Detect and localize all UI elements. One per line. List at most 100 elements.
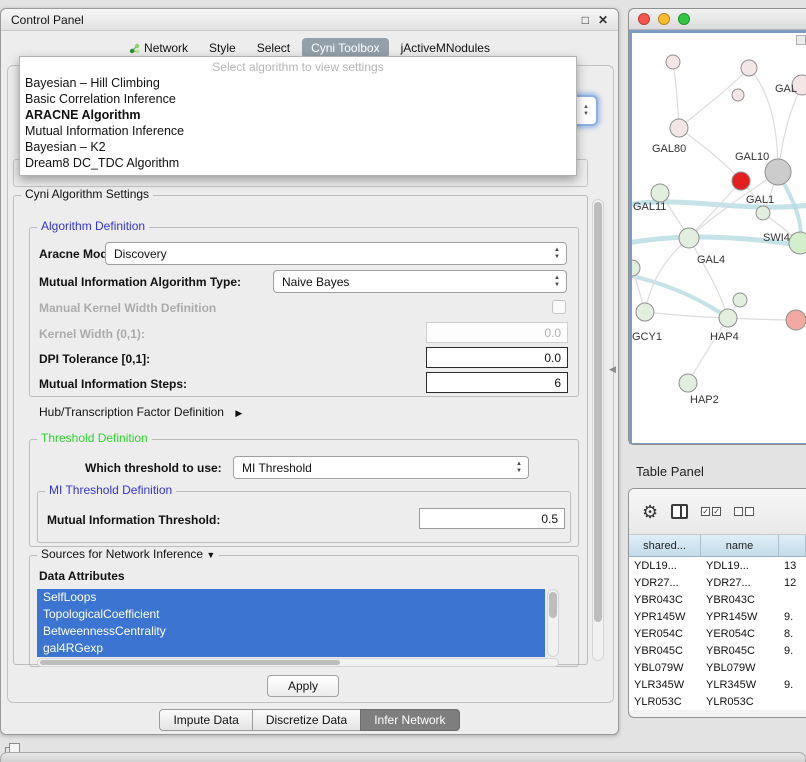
network-node[interactable] <box>741 60 757 76</box>
dropdown-item-mutual-information-inference[interactable]: Mutual Information Inference <box>20 123 576 139</box>
table-row[interactable]: YDL19...YDL19...13 <box>629 557 806 574</box>
collapsed-triangle-icon[interactable]: ▶ <box>235 408 242 418</box>
sources-title-row[interactable]: Sources for Network Inference ▼ <box>37 547 219 561</box>
tab-cyni-toolbox[interactable]: Cyni Toolbox <box>302 38 388 58</box>
network-canvas[interactable]: GALGAL80GAL10GAL1GAL11SWI4GAL4GCY1HAP4HA… <box>632 33 806 443</box>
table-header: shared... name <box>629 535 806 557</box>
table-toolbar: ⚙ ✓ ✓ <box>629 489 806 535</box>
table-row[interactable]: YLR345WYLR345W9. <box>629 676 806 693</box>
network-node[interactable] <box>733 293 747 307</box>
attributes-list-vscrollbar[interactable] <box>547 589 559 657</box>
mi-threshold-field[interactable]: 0.5 <box>419 508 565 529</box>
table-cell: YBL079W <box>701 662 779 674</box>
bottom-tab-infer-network[interactable]: Infer Network <box>360 709 459 731</box>
dropdown-item-basic-correlation-inference[interactable]: Basic Correlation Inference <box>20 91 576 107</box>
tab-network[interactable]: Network <box>120 38 197 58</box>
network-node-label: GAL10 <box>735 151 769 163</box>
combo-down-icon: ▼ <box>583 111 589 117</box>
network-node[interactable] <box>651 184 669 202</box>
dropdown-placeholder: Select algorithm to view settings <box>20 59 576 75</box>
settings-scrollbar[interactable] <box>592 199 604 661</box>
aracne-mode-combo[interactable]: Discovery ▲▼ <box>105 242 567 265</box>
tab-select[interactable]: Select <box>248 38 299 58</box>
attribute-item-selfloops[interactable]: SelfLoops <box>37 589 545 606</box>
network-node[interactable] <box>732 172 750 190</box>
table-cell: YLR053C <box>701 696 779 708</box>
table-cell: YBR043C <box>629 594 701 606</box>
network-node[interactable] <box>789 232 806 254</box>
network-node-label: HAP2 <box>690 394 719 406</box>
dropdown-item-bayesian-k2[interactable]: Bayesian – K2 <box>20 139 576 155</box>
mi-steps-field[interactable]: 6 <box>426 372 568 393</box>
network-node[interactable] <box>670 119 688 137</box>
table-row[interactable]: YLR053CYLR053C <box>629 693 806 710</box>
splitter-collapse-icon[interactable]: ◀ <box>609 364 616 375</box>
deselect-all-columns-icon[interactable] <box>734 507 754 516</box>
attribute-item-betweennesscentrality[interactable]: BetweennessCentrality <box>37 623 545 640</box>
canvas-scroll-corner[interactable] <box>796 35 806 45</box>
table-cell: 13 <box>779 560 806 572</box>
dpi-tolerance-label: DPI Tolerance [0,1]: <box>39 352 150 366</box>
algorithm-definition-title: Algorithm Definition <box>37 219 149 233</box>
dropdown-item-dream8-dc-tdc-algorithm[interactable]: Dream8 DC_TDC Algorithm <box>20 155 576 171</box>
aracne-mode-value: Discovery <box>114 247 167 261</box>
threshold-definition-title: Threshold Definition <box>37 431 152 445</box>
mi-type-combo[interactable]: Naive Bayes ▲▼ <box>273 270 567 293</box>
table-row[interactable]: YER054CYER054C8. <box>629 625 806 642</box>
attributes-list-hscrollbar[interactable] <box>37 658 559 667</box>
table-cell: 9. <box>779 679 806 691</box>
dpi-tolerance-field[interactable]: 0.0 <box>426 347 568 368</box>
network-node[interactable] <box>666 55 680 69</box>
which-threshold-value: MI Threshold <box>242 461 312 475</box>
columns-icon[interactable] <box>671 504 688 519</box>
network-node[interactable] <box>636 303 654 321</box>
attribute-item-topologicalcoefficient[interactable]: TopologicalCoefficient <box>37 606 545 623</box>
bottom-tab-discretize-data[interactable]: Discretize Data <box>252 709 361 731</box>
network-node[interactable] <box>719 309 737 327</box>
gear-icon[interactable]: ⚙ <box>642 503 658 521</box>
select-all-columns-icon[interactable]: ✓ ✓ <box>701 507 721 516</box>
sources-title: Sources for Network Inference <box>41 547 203 561</box>
close-window-icon[interactable] <box>638 13 650 25</box>
table-row[interactable]: YBL079WYBL079W <box>629 659 806 676</box>
network-node[interactable] <box>756 206 770 220</box>
table-row[interactable]: YPR145WYPR145W9. <box>629 608 806 625</box>
table-row[interactable]: YBR045CYBR045C9. <box>629 642 806 659</box>
network-node[interactable] <box>679 374 697 392</box>
table-cell: 9. <box>779 645 806 657</box>
tab-jactivemnodules[interactable]: jActiveMNodules <box>392 38 499 58</box>
which-threshold-combo[interactable]: MI Threshold ▲▼ <box>233 456 529 479</box>
tab-label: Cyni Toolbox <box>311 41 379 55</box>
dropdown-item-bayesian-hill-climbing[interactable]: Bayesian – Hill Climbing <box>20 75 576 91</box>
column-header-name[interactable]: name <box>701 535 779 556</box>
table-cell: YDL19... <box>629 560 701 572</box>
network-graph: GALGAL80GAL10GAL1GAL11SWI4GAL4GCY1HAP4HA… <box>632 33 806 443</box>
tab-style[interactable]: Style <box>200 38 245 58</box>
close-panel-icon[interactable]: ✕ <box>598 13 608 27</box>
dropdown-item-aracne-algorithm[interactable]: ARACNE Algorithm <box>20 107 576 123</box>
table-cell: YPR145W <box>701 611 779 623</box>
network-node-label: GAL <box>775 83 797 95</box>
control-panel-window: Control Panel □ ✕ NetworkStyleSelectCyni… <box>0 8 619 735</box>
table-cell: YDR27... <box>629 577 701 589</box>
table-row[interactable]: YBR043CYBR043C <box>629 591 806 608</box>
expanded-triangle-icon[interactable]: ▼ <box>206 550 215 560</box>
network-node[interactable] <box>632 260 640 276</box>
table-cell: 12 <box>779 577 806 589</box>
attribute-item-gal4rgexp[interactable]: gal4RGexp <box>37 640 545 657</box>
table-row[interactable]: YDR27...YDR27...12 <box>629 574 806 591</box>
manual-kernel-checkbox[interactable] <box>552 300 566 314</box>
float-panel-icon[interactable]: □ <box>582 13 589 27</box>
table-panel-title: Table Panel <box>636 464 704 479</box>
network-node[interactable] <box>786 310 806 330</box>
table-cell: YER054C <box>701 628 779 640</box>
network-node[interactable] <box>732 89 744 101</box>
column-header-shared-name[interactable]: shared... <box>629 535 701 556</box>
network-node[interactable] <box>679 228 699 248</box>
minimize-window-icon[interactable] <box>658 13 670 25</box>
hub-section-row[interactable]: Hub/Transcription Factor Definition ▶ <box>39 405 242 419</box>
bottom-tab-impute-data[interactable]: Impute Data <box>159 709 252 731</box>
zoom-window-icon[interactable] <box>678 13 690 25</box>
column-header-extra[interactable] <box>779 535 806 556</box>
apply-button[interactable]: Apply <box>267 675 339 697</box>
